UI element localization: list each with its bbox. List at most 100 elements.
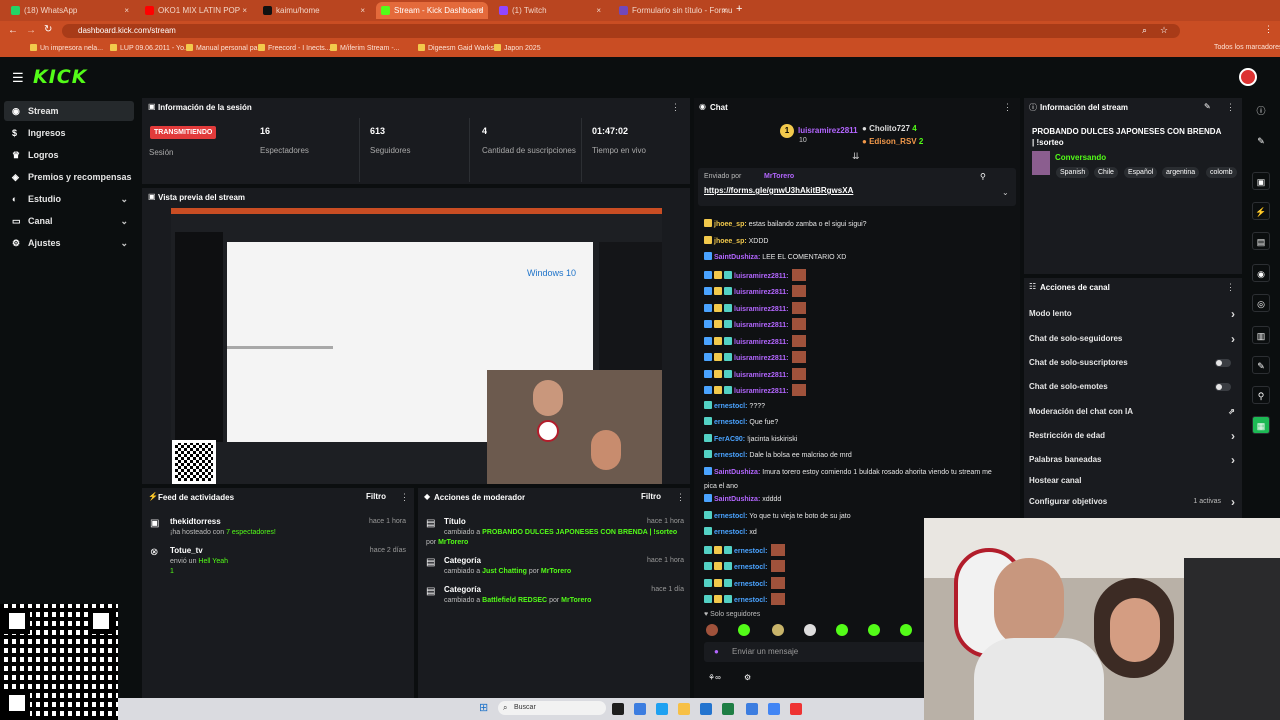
chat-username[interactable]: luisramirez2811: (734, 322, 788, 329)
chat-username[interactable]: luisramirez2811: (734, 355, 788, 362)
mic-icon[interactable]: ● (714, 647, 719, 656)
feed-user[interactable]: thekidtorress (170, 517, 221, 526)
action-chat-de-solo-emotes[interactable]: Chat de solo-emotes (1029, 377, 1235, 397)
close-icon[interactable]: × (124, 2, 129, 19)
layout-icon[interactable]: ▥ (1252, 326, 1270, 344)
pinned-user[interactable]: MrTorero (764, 173, 794, 180)
back-icon[interactable]: ← (8, 25, 18, 36)
action-chat-de-solo-seguidores[interactable]: Chat de solo-seguidores › (1029, 329, 1235, 349)
action-restricci-n-de-edad[interactable]: Restricción de edad › (1029, 426, 1235, 446)
taskbar-app-icon[interactable] (746, 703, 758, 715)
bookmark-item[interactable]: Japon 2025 (494, 44, 541, 52)
chat-username[interactable]: FerAC90: (714, 436, 745, 443)
grid-icon[interactable]: ▦ (1252, 416, 1270, 434)
quick-emote-icon[interactable] (900, 624, 912, 636)
chat-input[interactable]: ● Enviar un mensaje (704, 642, 926, 662)
more-icon[interactable]: ⋮ (671, 102, 680, 113)
quick-emote-icon[interactable] (836, 624, 848, 636)
edit-icon[interactable]: ✎ (1252, 132, 1270, 150)
new-tab-icon[interactable]: + (736, 3, 742, 15)
list-icon[interactable]: ▤ (1252, 232, 1270, 250)
broadcast-icon[interactable]: ◎ (1252, 294, 1270, 312)
bookmark-item[interactable]: M/iferim Stream -... (330, 44, 400, 52)
emote-picker-icon[interactable]: ⚘∞ (708, 673, 721, 682)
taskbar-app-icon[interactable] (700, 703, 712, 715)
info-icon[interactable]: ⓘ (1252, 102, 1270, 120)
chat-username[interactable]: luisramirez2811: (734, 388, 788, 395)
chat-username[interactable]: ernestocl: (734, 597, 767, 604)
stream-tag[interactable]: Spanish (1056, 167, 1090, 178)
mod-action-user[interactable]: MrTorero (438, 539, 468, 546)
chat-username[interactable]: SaintDushiza: (714, 469, 760, 476)
chat-more-icon[interactable]: ⋮ (1003, 102, 1012, 113)
close-icon[interactable]: × (722, 2, 727, 19)
feed-user[interactable]: Totue_tv (170, 546, 203, 555)
action-chat-de-solo-suscriptores[interactable]: Chat de solo-suscriptores (1029, 353, 1235, 373)
stream-tag[interactable]: argentina (1162, 167, 1200, 178)
stream-tag[interactable]: colomb (1206, 167, 1237, 178)
taskbar-search[interactable]: ⌕ Buscar (498, 701, 606, 715)
close-icon[interactable]: × (596, 2, 601, 19)
browser-tab[interactable]: Formulario sin título - Formul... × (614, 2, 732, 19)
bookmark-item[interactable]: Manual personal pa... (186, 44, 263, 52)
taskbar-app-icon[interactable] (790, 703, 802, 715)
taskbar-app-icon[interactable] (656, 703, 668, 715)
reload-icon[interactable]: ↻ (44, 24, 52, 35)
collapse-icon[interactable]: ⇊ (852, 151, 860, 162)
screen-icon[interactable]: ▣ (1252, 172, 1270, 190)
chat-username[interactable]: ernestocl: (714, 452, 747, 459)
mod-action-user[interactable]: MrTorero (561, 597, 591, 604)
toggle-switch[interactable] (1215, 383, 1231, 391)
sidebar-item-stream[interactable]: ◉ Stream (4, 101, 134, 121)
chat-username[interactable]: luisramirez2811: (734, 273, 788, 280)
chat-username[interactable]: ernestocl: (714, 529, 747, 536)
taskbar-app-icon[interactable] (722, 703, 734, 715)
bookmark-item[interactable]: Digeesm Gaid Warks... (418, 44, 500, 52)
pin-icon[interactable]: ⚲ (980, 172, 986, 181)
close-icon[interactable]: × (242, 2, 247, 19)
gifter-name[interactable]: luisramirez2811 (798, 126, 858, 135)
kick-logo[interactable]: KICK (33, 66, 87, 88)
toggle-switch[interactable] (1215, 359, 1231, 367)
chat-username[interactable]: jhoee_sp: (714, 221, 747, 228)
category-link[interactable]: Conversando (1055, 153, 1106, 162)
url-field[interactable]: dashboard.kick.com/stream (62, 24, 1180, 38)
taskbar-app-icon[interactable] (768, 703, 780, 715)
bookmark-item[interactable]: Un impresora nela... (30, 44, 103, 52)
chat-icon[interactable]: ◉ (1252, 264, 1270, 282)
action-modo-lento[interactable]: Modo lento › (1029, 304, 1235, 324)
sidebar-item-premios[interactable]: ◈ Premios y recompensas (4, 167, 134, 187)
pen-icon[interactable]: ✎ (1252, 356, 1270, 374)
taskbar-app-icon[interactable] (612, 703, 624, 715)
channel-actions-more-icon[interactable]: ⋮ (1226, 282, 1235, 293)
taskbar-app-icon[interactable] (678, 703, 690, 715)
all-bookmarks[interactable]: Todos los marcadores (1214, 44, 1280, 51)
edit-icon[interactable]: ✎ (1204, 102, 1211, 111)
browser-tab[interactable]: (1) Twitch × (494, 2, 606, 19)
gifter-name[interactable]: Edison_RSV (869, 137, 917, 146)
stream-tag[interactable]: Español (1124, 167, 1158, 178)
chat-username[interactable]: jhoee_sp: (714, 238, 747, 245)
action-hostear-canal[interactable]: Hostear canal (1029, 471, 1235, 491)
chat-username[interactable]: SaintDushiza: (714, 496, 760, 503)
chat-username[interactable]: luisramirez2811: (734, 372, 788, 379)
sidebar-item-ingresos[interactable]: $ Ingresos (4, 123, 134, 143)
quick-emote-icon[interactable] (706, 624, 718, 636)
sidebar-item-logros[interactable]: ♛ Logros (4, 145, 134, 165)
bookmark-item[interactable]: Freecord - I Inects... (258, 44, 331, 52)
chevron-down-icon[interactable]: ⌄ (1002, 188, 1009, 197)
chat-username[interactable]: SaintDushiza: (714, 254, 760, 261)
feed-filter-button[interactable]: Filtro (366, 492, 386, 501)
action-configurar-objetivos[interactable]: Configurar objetivos › 1 activas (1029, 492, 1235, 512)
menu-icon[interactable]: ⋮ (1264, 24, 1273, 35)
chat-username[interactable]: ernestocl: (734, 548, 767, 555)
stream-info-more-icon[interactable]: ⋮ (1226, 102, 1235, 113)
chat-username[interactable]: luisramirez2811: (734, 306, 788, 313)
stream-preview-video[interactable]: Windows 10 (171, 208, 662, 484)
browser-tab[interactable]: (18) WhatsApp × (6, 2, 134, 19)
taskbar-app-icon[interactable] (634, 703, 646, 715)
bolt-icon[interactable]: ⚡ (1252, 202, 1270, 220)
quick-emote-icon[interactable] (868, 624, 880, 636)
action-moderaci-n-del-chat-con-ia[interactable]: Moderación del chat con IA ⇗ (1029, 402, 1235, 422)
chat-username[interactable]: luisramirez2811: (734, 289, 788, 296)
